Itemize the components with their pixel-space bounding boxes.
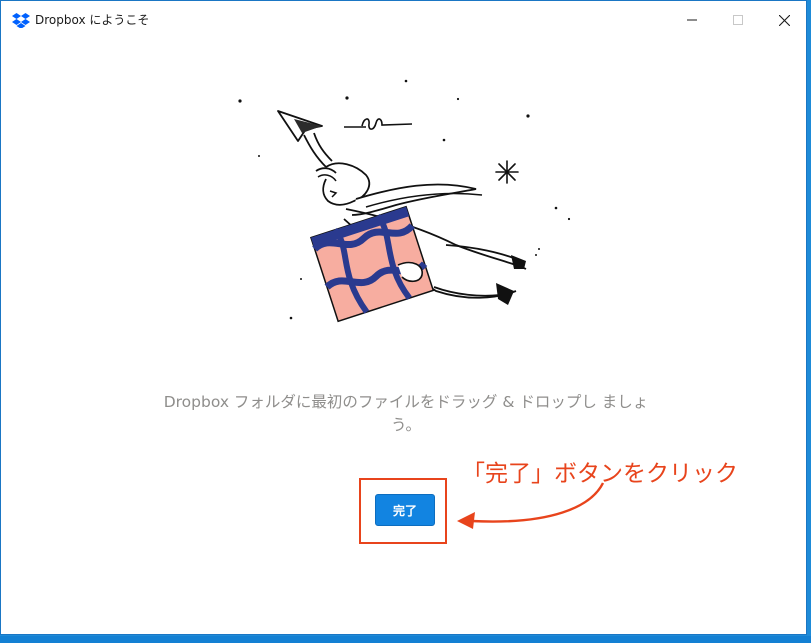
annotation-arrow-icon xyxy=(457,482,605,529)
close-icon xyxy=(778,14,790,26)
title-bar: Dropbox にようこそ xyxy=(1,1,806,39)
window-title: Dropbox にようこそ xyxy=(35,13,150,27)
welcome-illustration xyxy=(238,79,571,323)
taskbar-edge xyxy=(0,636,811,643)
maximize-button[interactable] xyxy=(715,1,761,39)
dropbox-welcome-window: Dropbox にようこそ Dropbox フォルダに最初のファイルをドラッグ … xyxy=(0,0,807,635)
done-button[interactable]: 完了 xyxy=(375,494,435,526)
dropbox-icon xyxy=(12,12,30,29)
welcome-message: Dropbox フォルダに最初のファイルをドラッグ & ドロップし ましょう。 xyxy=(163,393,649,434)
minimize-icon xyxy=(687,19,697,21)
minimize-button[interactable] xyxy=(669,1,715,39)
maximize-icon xyxy=(733,15,743,25)
close-button[interactable] xyxy=(761,1,807,39)
